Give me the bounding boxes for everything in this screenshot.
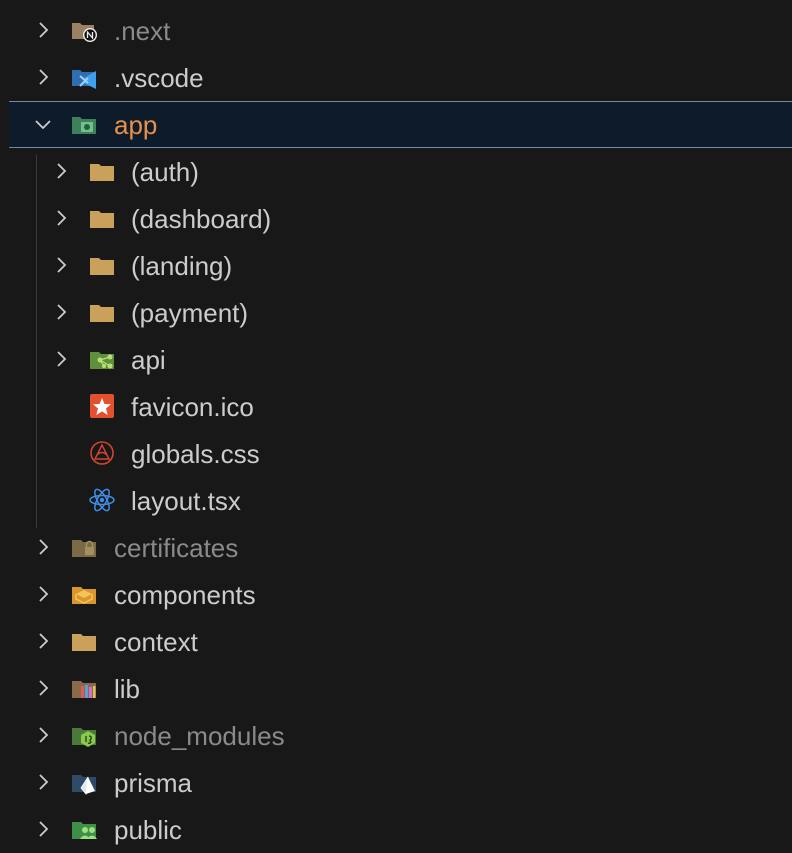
tree-item-prisma[interactable]: prisma xyxy=(9,759,792,806)
tree-item-payment[interactable]: (payment) xyxy=(9,289,792,336)
lib-folder-icon xyxy=(72,681,96,698)
tree-item-label: components xyxy=(114,580,256,610)
api-folder-icon xyxy=(90,352,114,369)
tree-item-favicon[interactable]: favicon.ico xyxy=(9,383,792,430)
chevron-right-icon[interactable] xyxy=(33,725,53,745)
chevron-right-icon[interactable] xyxy=(51,255,71,275)
tree-item-label: public xyxy=(114,815,182,845)
chevron-right-icon[interactable] xyxy=(33,678,53,698)
chevron-right-icon[interactable] xyxy=(51,208,71,228)
chevron-right-icon[interactable] xyxy=(33,67,53,87)
tree-item-label: .next xyxy=(114,16,171,46)
tree-item-lib[interactable]: lib xyxy=(9,665,792,712)
react-icon xyxy=(89,488,115,512)
components-folder-icon xyxy=(72,587,96,604)
tree-item-label: lib xyxy=(114,674,141,704)
folder-icon xyxy=(90,164,114,181)
tree-item-dashboard[interactable]: (dashboard) xyxy=(9,195,792,242)
chevron-right-icon[interactable] xyxy=(33,631,53,651)
tree-item-label: app xyxy=(114,110,158,140)
tree-item-label: api xyxy=(131,345,166,375)
node-folder-icon xyxy=(72,728,96,747)
app-folder-icon xyxy=(72,117,96,134)
tree-item-label: favicon.ico xyxy=(131,392,254,422)
chevron-right-icon[interactable] xyxy=(51,161,71,181)
tree-item-components[interactable]: components xyxy=(9,571,792,618)
tree-item-label: (auth) xyxy=(131,157,199,187)
chevron-right-icon[interactable] xyxy=(33,819,53,839)
tree-item-label: (dashboard) xyxy=(131,204,272,234)
tree-item-layout-tsx[interactable]: layout.tsx xyxy=(9,477,792,524)
tree-item-label: layout.tsx xyxy=(131,486,241,516)
tree-item-node-modules[interactable]: node_modules xyxy=(9,712,792,759)
vscode-folder-icon xyxy=(72,70,96,89)
folder-icon xyxy=(90,258,114,275)
tree-item-public[interactable]: public xyxy=(9,806,792,853)
prisma-folder-icon xyxy=(72,775,96,795)
explorer-tree: .next .vscode app (auth) (dashboard) (la… xyxy=(9,7,792,852)
favicon-star-icon xyxy=(90,394,114,418)
chevron-right-icon[interactable] xyxy=(33,537,53,557)
folder-icon xyxy=(72,634,96,651)
tree-item-label: .vscode xyxy=(114,63,204,93)
tree-item-app[interactable]: app xyxy=(9,101,792,148)
certificates-folder-icon xyxy=(72,540,96,557)
public-folder-icon xyxy=(72,822,97,839)
tree-item-globals-css[interactable]: globals.css xyxy=(9,430,792,477)
chevron-right-icon[interactable] xyxy=(33,772,53,792)
folder-icon xyxy=(90,211,114,228)
chevron-right-icon[interactable] xyxy=(51,349,71,369)
tree-item-label: node_modules xyxy=(114,721,285,751)
tree-item-label: (payment) xyxy=(131,298,249,328)
chevron-right-icon[interactable] xyxy=(33,584,53,604)
tree-item-label: globals.css xyxy=(131,439,260,469)
css-icon xyxy=(90,441,114,465)
tree-item-vscode[interactable]: .vscode xyxy=(9,54,792,101)
tree-item-api[interactable]: api xyxy=(9,336,792,383)
tree-item-label: context xyxy=(114,627,198,657)
chevron-down-icon[interactable] xyxy=(33,114,53,134)
folder-icon xyxy=(90,305,114,322)
tree-item-certificates[interactable]: certificates xyxy=(9,524,792,571)
chevron-right-icon[interactable] xyxy=(51,302,71,322)
tree-item-auth[interactable]: (auth) xyxy=(9,148,792,195)
tree-item-next[interactable]: .next xyxy=(9,7,792,54)
tree-item-label: certificates xyxy=(114,533,239,563)
chevron-right-icon[interactable] xyxy=(33,20,53,40)
tree-item-context[interactable]: context xyxy=(9,618,792,665)
nextjs-folder-icon xyxy=(72,23,97,42)
tree-item-label: prisma xyxy=(114,768,193,798)
tree-item-landing[interactable]: (landing) xyxy=(9,242,792,289)
tree-item-label: (landing) xyxy=(131,251,233,281)
